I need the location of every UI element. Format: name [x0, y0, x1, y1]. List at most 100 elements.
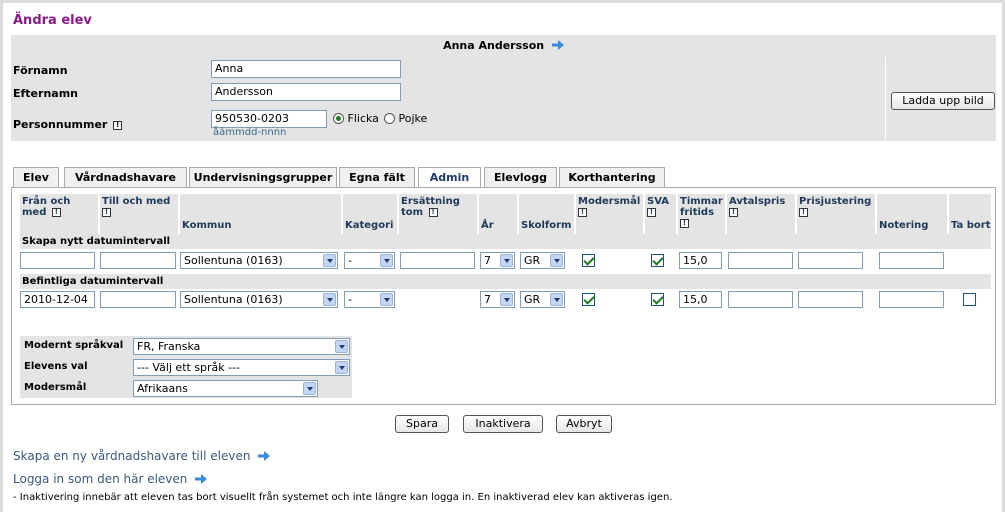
chevron-down-icon[interactable] [303, 382, 316, 395]
new-category-select[interactable]: - [344, 252, 395, 269]
tab-card-management[interactable]: Korthantering [559, 167, 665, 187]
info-icon[interactable]: ! [102, 208, 111, 217]
tab-elev[interactable]: Elev [13, 167, 59, 187]
existing-municipality-select[interactable]: Sollentuna (0163) [180, 291, 338, 308]
arrow-right-icon[interactable] [551, 40, 564, 50]
pnr-label-wrap: Personnummer ! [13, 118, 123, 131]
col-leisure-hours-label: Timmar fritids [680, 196, 723, 218]
chevron-down-icon[interactable] [380, 293, 393, 306]
col-school-form: Skolform [519, 194, 574, 234]
login-as-link[interactable]: Logga in som den här eleven [13, 472, 208, 486]
save-button[interactable]: Spara [395, 415, 449, 433]
pnr-input[interactable]: 950530-0203 [211, 110, 327, 128]
new-sva-checkbox[interactable] [651, 254, 664, 267]
existing-year-select[interactable]: 7 [480, 291, 515, 308]
existing-note-input[interactable] [879, 291, 944, 308]
existing-mother-tongue-checkbox[interactable] [582, 293, 595, 306]
last-name-input[interactable]: Andersson [211, 83, 401, 101]
info-icon[interactable]: ! [428, 208, 438, 217]
student-choice-select[interactable]: --- Välj ett språk --- [133, 359, 350, 376]
student-choice-label: Elevens val [24, 361, 88, 372]
new-school-form-value: GR [524, 254, 541, 267]
tab-custom-fields[interactable]: Egna fält [339, 167, 415, 187]
new-contract-price-input[interactable] [728, 252, 793, 269]
existing-from-input[interactable]: 2010-12-04 [20, 291, 95, 308]
new-mother-tongue-checkbox[interactable] [582, 254, 595, 267]
existing-school-form-value: GR [524, 293, 541, 306]
new-note-input[interactable] [879, 252, 944, 269]
col-note-label: Notering [879, 220, 929, 231]
chevron-down-icon[interactable] [335, 340, 348, 353]
chevron-down-icon[interactable] [550, 254, 563, 267]
existing-contract-price-input[interactable] [728, 291, 793, 308]
info-icon[interactable]: ! [578, 208, 587, 217]
col-mother-tongue: Modersmål ! [576, 194, 643, 234]
info-icon[interactable]: ! [647, 208, 656, 217]
chevron-down-icon[interactable] [380, 254, 393, 267]
mother-tongue-select[interactable]: Afrikaans [133, 380, 318, 397]
tab-admin[interactable]: Admin [418, 167, 481, 188]
tab-student-log[interactable]: Elevlogg [484, 167, 557, 187]
mother-tongue-row: Modersmål Afrikaans [20, 379, 352, 399]
new-leisure-hours-input[interactable]: 15,0 [679, 252, 722, 269]
gender-boy-option[interactable]: Pojke [384, 112, 427, 125]
existing-price-adjustment-input[interactable] [798, 291, 863, 308]
new-school-form-select[interactable]: GR [520, 252, 565, 269]
new-year-select[interactable]: 7 [480, 252, 515, 269]
cancel-button[interactable]: Avbryt [556, 415, 612, 433]
new-to-input[interactable] [100, 252, 176, 269]
info-icon[interactable]: ! [799, 208, 808, 217]
existing-remove-checkbox[interactable] [963, 293, 976, 306]
new-category-value: - [348, 254, 352, 267]
col-year-label: År [481, 220, 494, 231]
new-compensation-input[interactable] [400, 252, 475, 269]
chevron-down-icon[interactable] [500, 293, 513, 306]
existing-to-input[interactable] [100, 291, 176, 308]
col-municipality-label: Kommun [182, 220, 232, 231]
radio-unselected-icon[interactable] [384, 113, 395, 124]
chevron-down-icon[interactable] [335, 361, 348, 374]
existing-category-select[interactable]: - [344, 291, 395, 308]
mother-tongue-label: Modersmål [24, 382, 87, 393]
col-contract-price: Avtalspris ! [727, 194, 795, 234]
gender-girl-option[interactable]: Flicka [333, 112, 379, 125]
arrow-right-icon[interactable] [195, 474, 208, 484]
page-title: Ändra elev [13, 13, 92, 28]
arrow-right-icon[interactable] [258, 451, 271, 461]
photo-column: Ladda upp bild [885, 57, 996, 141]
chevron-down-icon[interactable] [500, 254, 513, 267]
info-icon[interactable]: ! [113, 121, 123, 130]
col-from: Från och med ! [20, 194, 98, 234]
info-icon[interactable]: ! [729, 208, 738, 217]
first-name-input[interactable]: Anna [211, 60, 401, 78]
deactivation-note: - Inaktivering innebär att eleven tas bo… [13, 492, 673, 503]
gender-girl-label: Flicka [347, 112, 379, 125]
new-from-input[interactable] [20, 252, 95, 269]
existing-municipality-value: Sollentuna (0163) [184, 293, 283, 306]
new-guardian-link[interactable]: Skapa en ny vårdnadshavare till eleven [13, 449, 271, 463]
modern-language-select[interactable]: FR, Franska [133, 338, 350, 355]
modern-language-value: FR, Franska [137, 340, 201, 353]
new-municipality-select[interactable]: Sollentuna (0163) [180, 252, 338, 269]
col-school-form-label: Skolform [521, 220, 572, 231]
col-price-adjustment: Prisjustering ! [797, 194, 875, 234]
chevron-down-icon[interactable] [323, 254, 336, 267]
tab-guardians[interactable]: Vårdnadshavare [64, 167, 187, 187]
chevron-down-icon[interactable] [323, 293, 336, 306]
existing-sva-checkbox[interactable] [651, 293, 664, 306]
info-icon[interactable]: ! [51, 208, 61, 217]
existing-leisure-hours-input[interactable]: 15,0 [679, 291, 722, 308]
existing-school-form-select[interactable]: GR [520, 291, 565, 308]
student-choice-row: Elevens val --- Välj ett språk --- [20, 358, 352, 378]
new-guardian-link-text[interactable]: Skapa en ny vårdnadshavare till eleven [13, 449, 250, 463]
radio-selected-icon[interactable] [333, 113, 344, 124]
new-price-adjustment-input[interactable] [798, 252, 863, 269]
info-icon[interactable]: ! [680, 219, 689, 228]
login-as-link-text[interactable]: Logga in som den här eleven [13, 472, 187, 486]
deactivate-button[interactable]: Inaktivera [463, 415, 543, 433]
tab-teaching-groups[interactable]: Undervisningsgrupper [189, 167, 337, 187]
student-header: Anna Andersson Förnamn Anna Efternamn An… [11, 35, 996, 141]
upload-photo-button[interactable]: Ladda upp bild [891, 92, 995, 110]
chevron-down-icon[interactable] [550, 293, 563, 306]
mother-tongue-value: Afrikaans [137, 382, 188, 395]
